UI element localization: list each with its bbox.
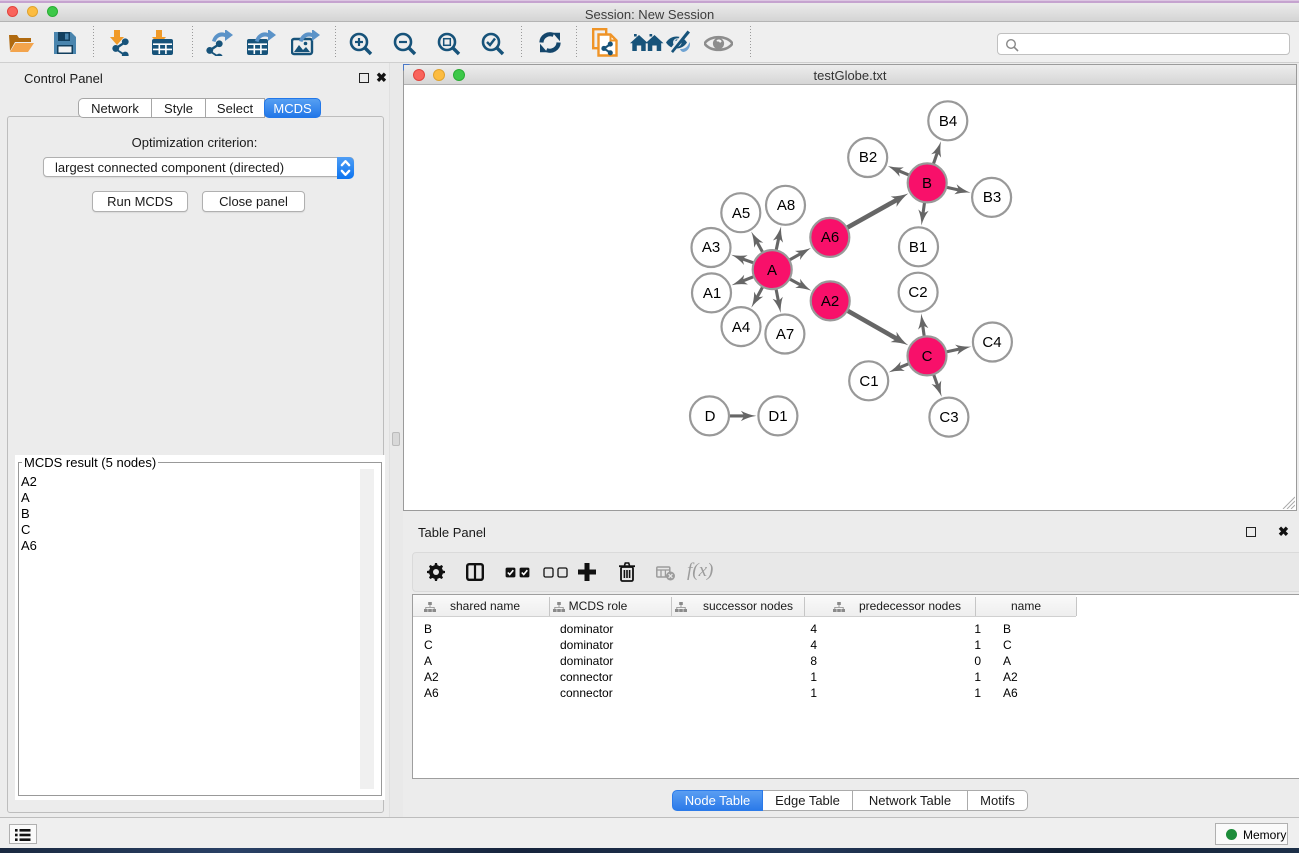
svg-text:D: D [705,408,716,425]
svg-text:C2: C2 [908,284,927,301]
svg-text:B1: B1 [909,239,927,256]
svg-text:A4: A4 [732,319,750,336]
svg-text:C4: C4 [982,334,1001,351]
svg-text:A6: A6 [821,229,839,246]
svg-text:A: A [767,262,777,279]
svg-text:B: B [922,175,932,192]
svg-text:A1: A1 [703,285,721,302]
svg-text:B2: B2 [859,149,877,166]
svg-text:A8: A8 [777,197,795,214]
svg-text:C3: C3 [939,409,958,426]
svg-text:C: C [922,348,933,365]
svg-text:A7: A7 [776,326,794,343]
svg-text:D1: D1 [768,408,787,425]
svg-text:A2: A2 [821,293,839,310]
svg-text:A5: A5 [732,205,750,222]
svg-text:B3: B3 [983,189,1001,206]
svg-text:A3: A3 [702,239,720,256]
svg-text:B4: B4 [939,113,957,130]
svg-text:C1: C1 [859,373,878,390]
